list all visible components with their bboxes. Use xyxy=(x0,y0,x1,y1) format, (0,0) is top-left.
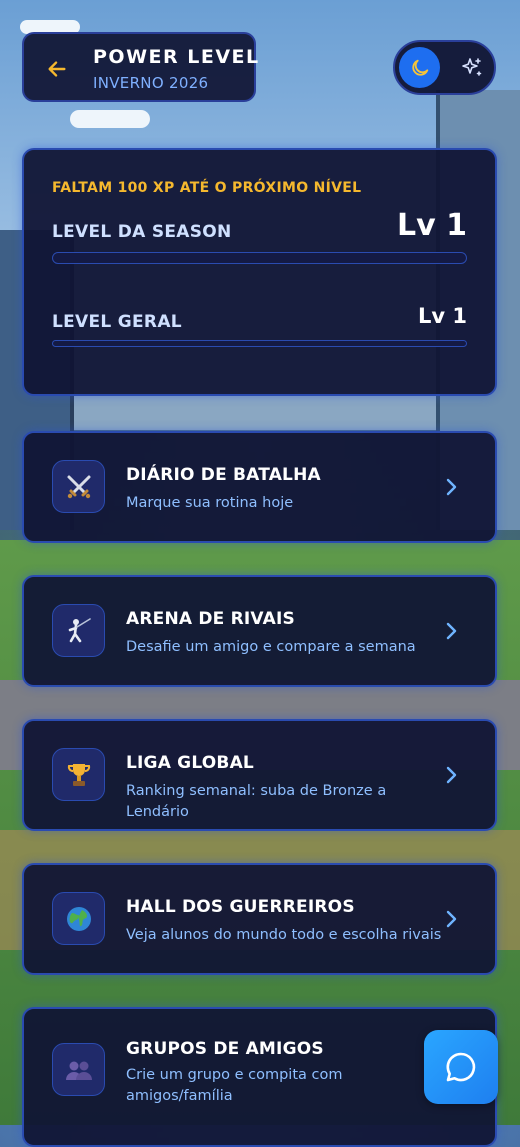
overall-level-label: LEVEL GERAL xyxy=(52,312,182,332)
season-subtitle: INVERNO 2026 xyxy=(93,74,209,92)
dark-mode-button[interactable] xyxy=(399,47,440,88)
light-mode-button[interactable] xyxy=(451,47,492,88)
menu-card-subtitle: Veja alunos do mundo todo e escolha riva… xyxy=(126,927,442,943)
menu-card-title: HALL DOS GUERREIROS xyxy=(126,897,355,917)
menu-card-arena-de-rivais[interactable]: ARENA DE RIVAIS Desafie um amigo e compa… xyxy=(22,575,497,687)
sparkles-icon xyxy=(461,57,481,76)
menu-card-diario-de-batalha[interactable]: DIÁRIO DE BATALHA Marque sua rotina hoje xyxy=(22,431,497,543)
overall-progress-bar xyxy=(52,340,467,347)
season-progress-bar xyxy=(52,252,467,264)
fencer-icon xyxy=(52,604,105,657)
chevron-right-icon xyxy=(446,766,457,784)
page-header: POWER LEVEL INVERNO 2026 xyxy=(22,32,258,102)
chat-bubble-icon xyxy=(446,1052,476,1082)
crossed-swords-icon xyxy=(52,460,105,513)
people-icon xyxy=(52,1043,105,1096)
menu-card-subtitle: Ranking semanal: suba de Bronze a Lendár… xyxy=(126,783,387,820)
page-title: POWER LEVEL xyxy=(93,46,260,68)
season-level-value: Lv 1 xyxy=(397,208,467,243)
season-level-label: LEVEL DA SEASON xyxy=(52,222,232,242)
xp-remaining-text: FALTAM 100 XP ATÉ O PRÓXIMO NÍVEL xyxy=(52,180,362,196)
chevron-right-icon xyxy=(446,478,457,496)
theme-toggle[interactable] xyxy=(393,40,496,95)
moon-icon xyxy=(411,59,428,76)
chat-button[interactable] xyxy=(424,1030,498,1104)
menu-card-hall-dos-guerreiros[interactable]: HALL DOS GUERREIROS Veja alunos do mundo… xyxy=(22,863,497,975)
chevron-right-icon xyxy=(446,622,457,640)
chevron-right-icon xyxy=(446,910,457,928)
arrow-left-icon xyxy=(48,61,66,77)
menu-card-title: ARENA DE RIVAIS xyxy=(126,609,295,629)
globe-icon xyxy=(52,892,105,945)
overall-level-value: Lv 1 xyxy=(418,304,467,328)
menu-card-subtitle: Crie um grupo e compita com amigos/famíl… xyxy=(126,1067,343,1104)
trophy-icon xyxy=(52,748,105,801)
menu-card-liga-global[interactable]: LIGA GLOBAL Ranking semanal: suba de Bro… xyxy=(22,719,497,831)
menu-card-subtitle: Desafie um amigo e compare a semana xyxy=(126,639,416,655)
menu-card-title: GRUPOS DE AMIGOS xyxy=(126,1039,324,1059)
menu-card-title: DIÁRIO DE BATALHA xyxy=(126,465,321,485)
level-progress-card: FALTAM 100 XP ATÉ O PRÓXIMO NÍVEL LEVEL … xyxy=(22,148,497,396)
menu-card-title: LIGA GLOBAL xyxy=(126,753,254,773)
back-button[interactable] xyxy=(42,54,72,84)
menu-card-subtitle: Marque sua rotina hoje xyxy=(126,495,294,511)
